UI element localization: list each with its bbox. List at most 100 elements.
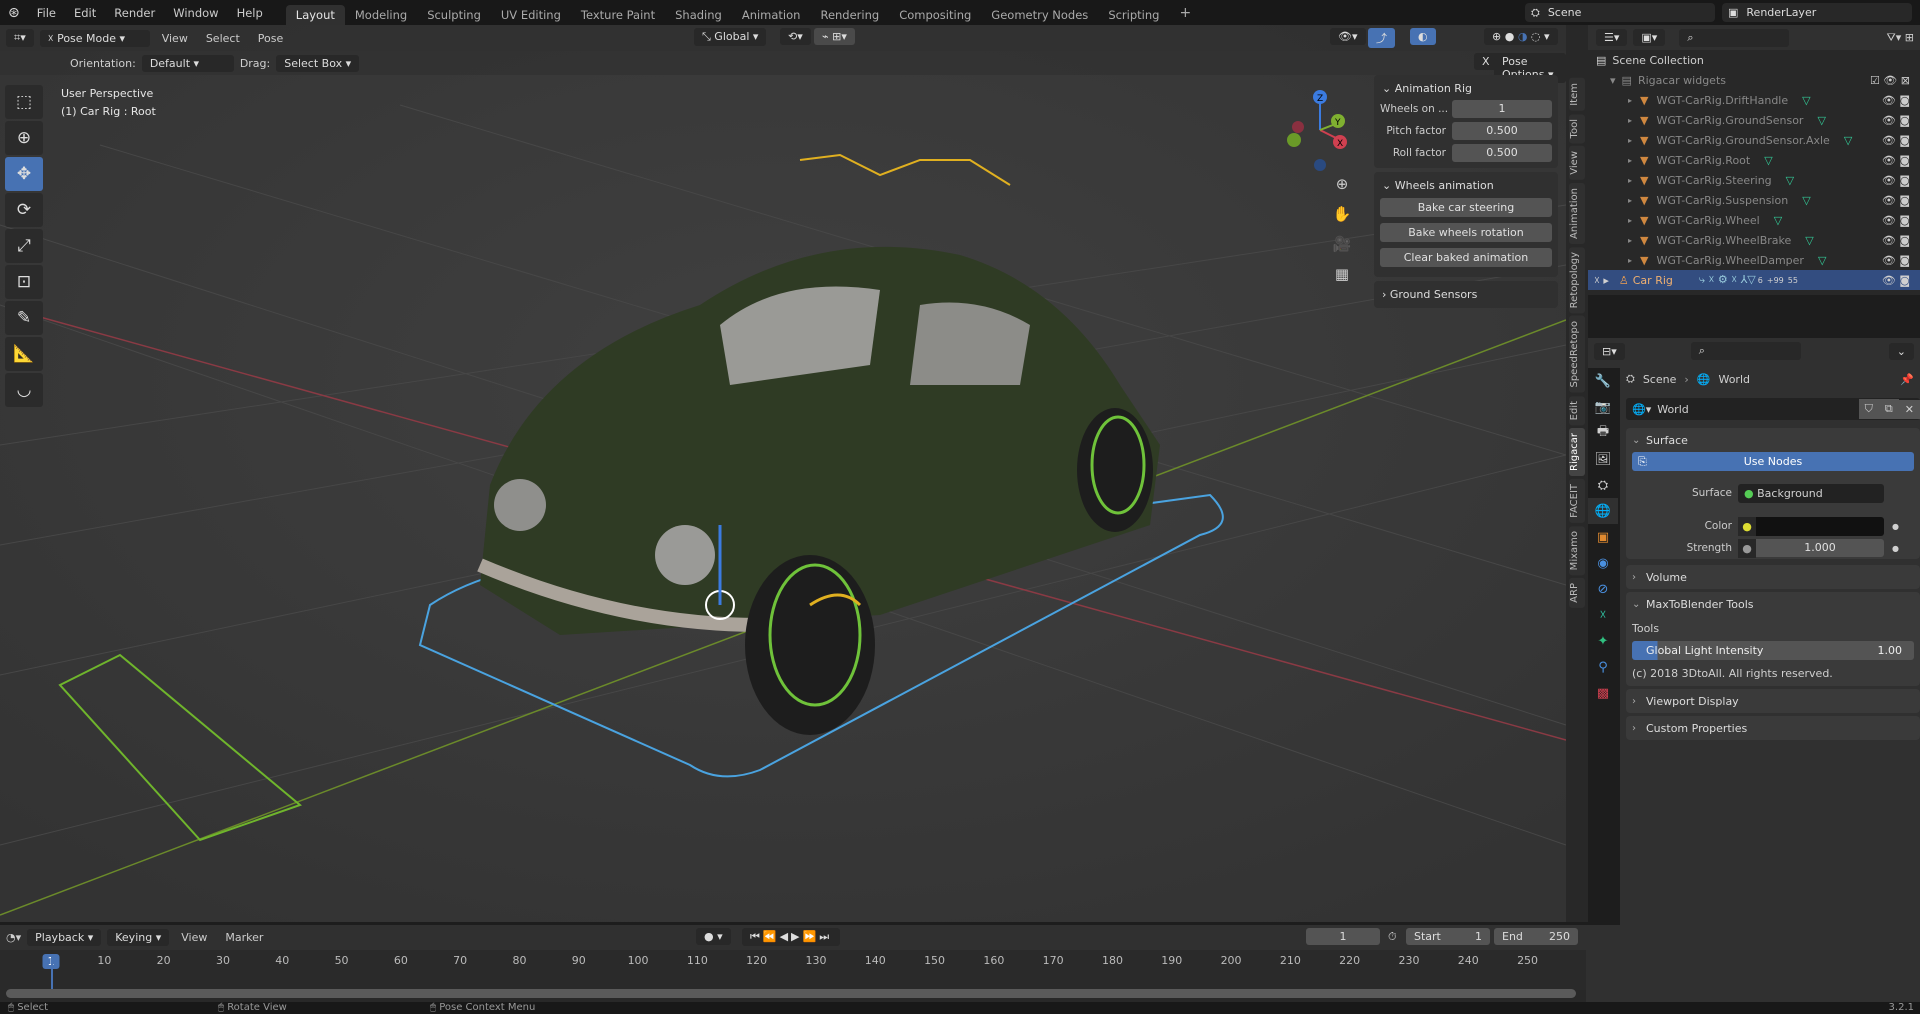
use-nodes-button[interactable]: ⎘ Use Nodes xyxy=(1632,452,1914,471)
auto-keying-toggle[interactable]: ● ▾ xyxy=(696,928,731,945)
properties-editor-type-icon[interactable]: ⊟▾ xyxy=(1594,342,1625,360)
workspace-tab-scripting[interactable]: Scripting xyxy=(1098,5,1169,25)
expand-arrow-icon[interactable]: ▸ xyxy=(1628,156,1632,165)
workspace-tab-uv-editing[interactable]: UV Editing xyxy=(491,5,571,25)
current-frame-field[interactable]: 1 xyxy=(1306,928,1380,945)
bake-car-steering-button[interactable]: Bake car steering xyxy=(1380,198,1552,217)
viewport-display-panel[interactable]: › Viewport Display xyxy=(1626,689,1920,713)
texture-tab-icon[interactable]: ▩ xyxy=(1588,680,1618,706)
visibility-icons[interactable]: 👁 ◙ xyxy=(1882,274,1910,287)
timeline-menu-view[interactable]: View xyxy=(175,931,213,944)
menu-edit[interactable]: Edit xyxy=(65,6,105,20)
sidebar-tab-item[interactable]: Item xyxy=(1569,78,1585,111)
menu-window[interactable]: Window xyxy=(164,6,227,20)
workspace-tab-shading[interactable]: Shading xyxy=(665,5,732,25)
grid-icon[interactable]: ▦ xyxy=(1330,259,1354,289)
outliner-item[interactable]: ▸ ▼ WGT-CarRig.WheelBrake ▽ 👁 ◙ xyxy=(1588,230,1920,250)
outliner-search-input[interactable]: ⌕ xyxy=(1679,28,1790,47)
workspace-tab-rendering[interactable]: Rendering xyxy=(810,5,889,25)
workspace-tab-geometry-nodes[interactable]: Geometry Nodes xyxy=(981,5,1098,25)
surface-shader-field[interactable]: ● Background xyxy=(1738,483,1884,503)
cursor-tool[interactable]: ⊕ xyxy=(5,121,43,155)
transform-orientation-dropdown[interactable]: ⤡ Global ▾ xyxy=(694,28,767,46)
maxtoblender-header[interactable]: ⌄ MaxToBlender Tools xyxy=(1632,592,1914,616)
blender-logo-icon[interactable]: ⊛ xyxy=(0,5,28,21)
outliner-editor-type-icon[interactable]: ☰▾ xyxy=(1596,29,1628,46)
sidebar-tab-speedretopo[interactable]: SpeedRetopo xyxy=(1569,316,1585,393)
clear-baked-animation-button[interactable]: Clear baked animation xyxy=(1380,248,1552,267)
display-mode-icon[interactable]: ▣▾ xyxy=(1633,29,1666,46)
keyframe-dot-icon[interactable]: ● xyxy=(1892,544,1899,553)
workspace-tab-layout[interactable]: Layout xyxy=(285,5,345,25)
expand-arrow-icon[interactable]: ▸ xyxy=(1628,196,1632,205)
workspace-tab-modeling[interactable]: Modeling xyxy=(345,5,417,25)
visibility-dropdown[interactable]: 👁▾ xyxy=(1330,28,1366,45)
volume-panel[interactable]: › Volume xyxy=(1626,565,1920,589)
timeline-editor-icon[interactable]: ◔▾ xyxy=(6,931,21,944)
expand-arrow-icon[interactable]: ▸ xyxy=(1628,216,1632,225)
unlink-icon[interactable]: ✕ xyxy=(1898,399,1920,419)
bone-tab-icon[interactable]: ✦ xyxy=(1588,628,1618,654)
visibility-icons[interactable]: 👁 ◙ xyxy=(1882,254,1910,267)
move-tool[interactable]: ✥ xyxy=(5,157,43,191)
object-tab-icon[interactable]: ▣ xyxy=(1588,524,1618,550)
visibility-icons[interactable]: 👁 ◙ xyxy=(1882,174,1910,187)
pivot-point-dropdown[interactable]: ⟲▾ xyxy=(780,28,811,45)
sidebar-tab-tool[interactable]: Tool xyxy=(1569,113,1585,144)
property-field[interactable]: 1 xyxy=(1452,100,1552,118)
expand-arrow-icon[interactable]: ▸ xyxy=(1628,96,1632,105)
expand-arrow-icon[interactable]: ▸ xyxy=(1628,256,1632,265)
visibility-icons[interactable]: 👁 ◙ xyxy=(1882,214,1910,227)
scene-collection-row[interactable]: ▤ Scene Collection xyxy=(1588,50,1920,70)
viewport-menu-pose[interactable]: Pose xyxy=(252,32,289,45)
workspace-tab-texture-paint[interactable]: Texture Paint xyxy=(571,5,665,25)
visibility-icons[interactable]: 👁 ◙ xyxy=(1882,234,1910,247)
visibility-icons[interactable]: 👁 ◙ xyxy=(1882,114,1910,127)
render-tab-icon[interactable]: 📷 xyxy=(1588,394,1618,420)
outliner-item[interactable]: ▸ ▼ WGT-CarRig.Wheel ▽ 👁 ◙ xyxy=(1588,210,1920,230)
workspace-tab-compositing[interactable]: Compositing xyxy=(889,5,981,25)
add-workspace-button[interactable]: + xyxy=(1169,2,1201,24)
scene-tab-icon[interactable]: ⛭ xyxy=(1588,472,1618,498)
bone-constraints-tab-icon[interactable]: ⚲ xyxy=(1588,654,1618,680)
sidebar-tab-mixamo[interactable]: Mixamo xyxy=(1569,525,1585,576)
camera-icon[interactable]: 🎥 xyxy=(1330,229,1354,259)
playback-menu[interactable]: Playback ▾ xyxy=(27,929,102,946)
snap-toggle[interactable]: ⌁ ⊞▾ xyxy=(814,28,855,45)
ground-sensors-header[interactable]: › Ground Sensors xyxy=(1380,285,1552,304)
expand-arrow-icon[interactable]: ▸ xyxy=(1628,176,1632,185)
filter-icon[interactable]: ⛛▾ ⊞ xyxy=(1887,31,1914,45)
collection-visibility-icons[interactable]: ☑ 👁 ⊠ xyxy=(1870,74,1910,87)
car-rig-row[interactable]: ☓ ▸ ♙ Car Rig ⤷ ☓ ⚙ ☓ ⅄▽ 6 +99 55 👁 ◙ xyxy=(1588,270,1920,290)
scene-selector[interactable]: ⛭ Scene xyxy=(1525,3,1715,22)
outliner-item[interactable]: ▸ ▼ WGT-CarRig.Suspension ▽ 👁 ◙ xyxy=(1588,190,1920,210)
timeline-menu-marker[interactable]: Marker xyxy=(219,931,269,944)
expand-arrow-icon[interactable]: ▸ xyxy=(1628,136,1632,145)
color-swatch[interactable] xyxy=(1756,516,1884,536)
duplicate-icon[interactable]: ⧉ xyxy=(1878,399,1899,419)
sidebar-tab-view[interactable]: View xyxy=(1569,146,1585,180)
visibility-icons[interactable]: 👁 ◙ xyxy=(1882,94,1910,107)
outliner-item[interactable]: ▸ ▼ WGT-CarRig.DriftHandle ▽ 👁 ◙ xyxy=(1588,90,1920,110)
collection-row[interactable]: ▾ ▤ Rigacar widgets ☑ 👁 ⊠ xyxy=(1588,70,1920,90)
select-box-tool[interactable]: ⬚ xyxy=(5,85,43,119)
measure-tool[interactable]: 📐 xyxy=(5,337,43,371)
gizmo-toggle[interactable]: ⤴ xyxy=(1368,28,1395,48)
transform-tool[interactable]: ⊡ xyxy=(5,265,43,299)
rotate-tool[interactable]: ⟳ xyxy=(5,193,43,227)
wheels-animation-header[interactable]: ⌄ Wheels animation xyxy=(1380,176,1552,195)
options-dropdown[interactable]: ⌄ xyxy=(1888,342,1914,360)
end-frame-field[interactable]: End 250 xyxy=(1494,928,1578,945)
tool-tab-icon[interactable]: 🔧 xyxy=(1588,368,1618,394)
world-browse-icon[interactable]: 🌐▾ xyxy=(1626,403,1657,416)
sidebar-tab-retopology[interactable]: Retopology xyxy=(1569,246,1585,314)
sidebar-tab-arp[interactable]: ARP xyxy=(1569,578,1585,609)
timeline-ruler[interactable]: 1102030405060708090100110120130140150160… xyxy=(0,950,1586,990)
visibility-icons[interactable]: 👁 ◙ xyxy=(1882,194,1910,207)
scale-tool[interactable]: ⤢ xyxy=(5,229,43,263)
outliner-item[interactable]: ▸ ▼ WGT-CarRig.GroundSensor ▽ 👁 ◙ xyxy=(1588,110,1920,130)
workspace-tab-sculpting[interactable]: Sculpting xyxy=(417,5,491,25)
keyframe-dot-icon[interactable]: ● xyxy=(1892,522,1899,531)
sidebar-tab-edit[interactable]: Edit xyxy=(1569,395,1585,426)
render-layer-selector[interactable]: ▣ RenderLayer xyxy=(1722,3,1912,22)
